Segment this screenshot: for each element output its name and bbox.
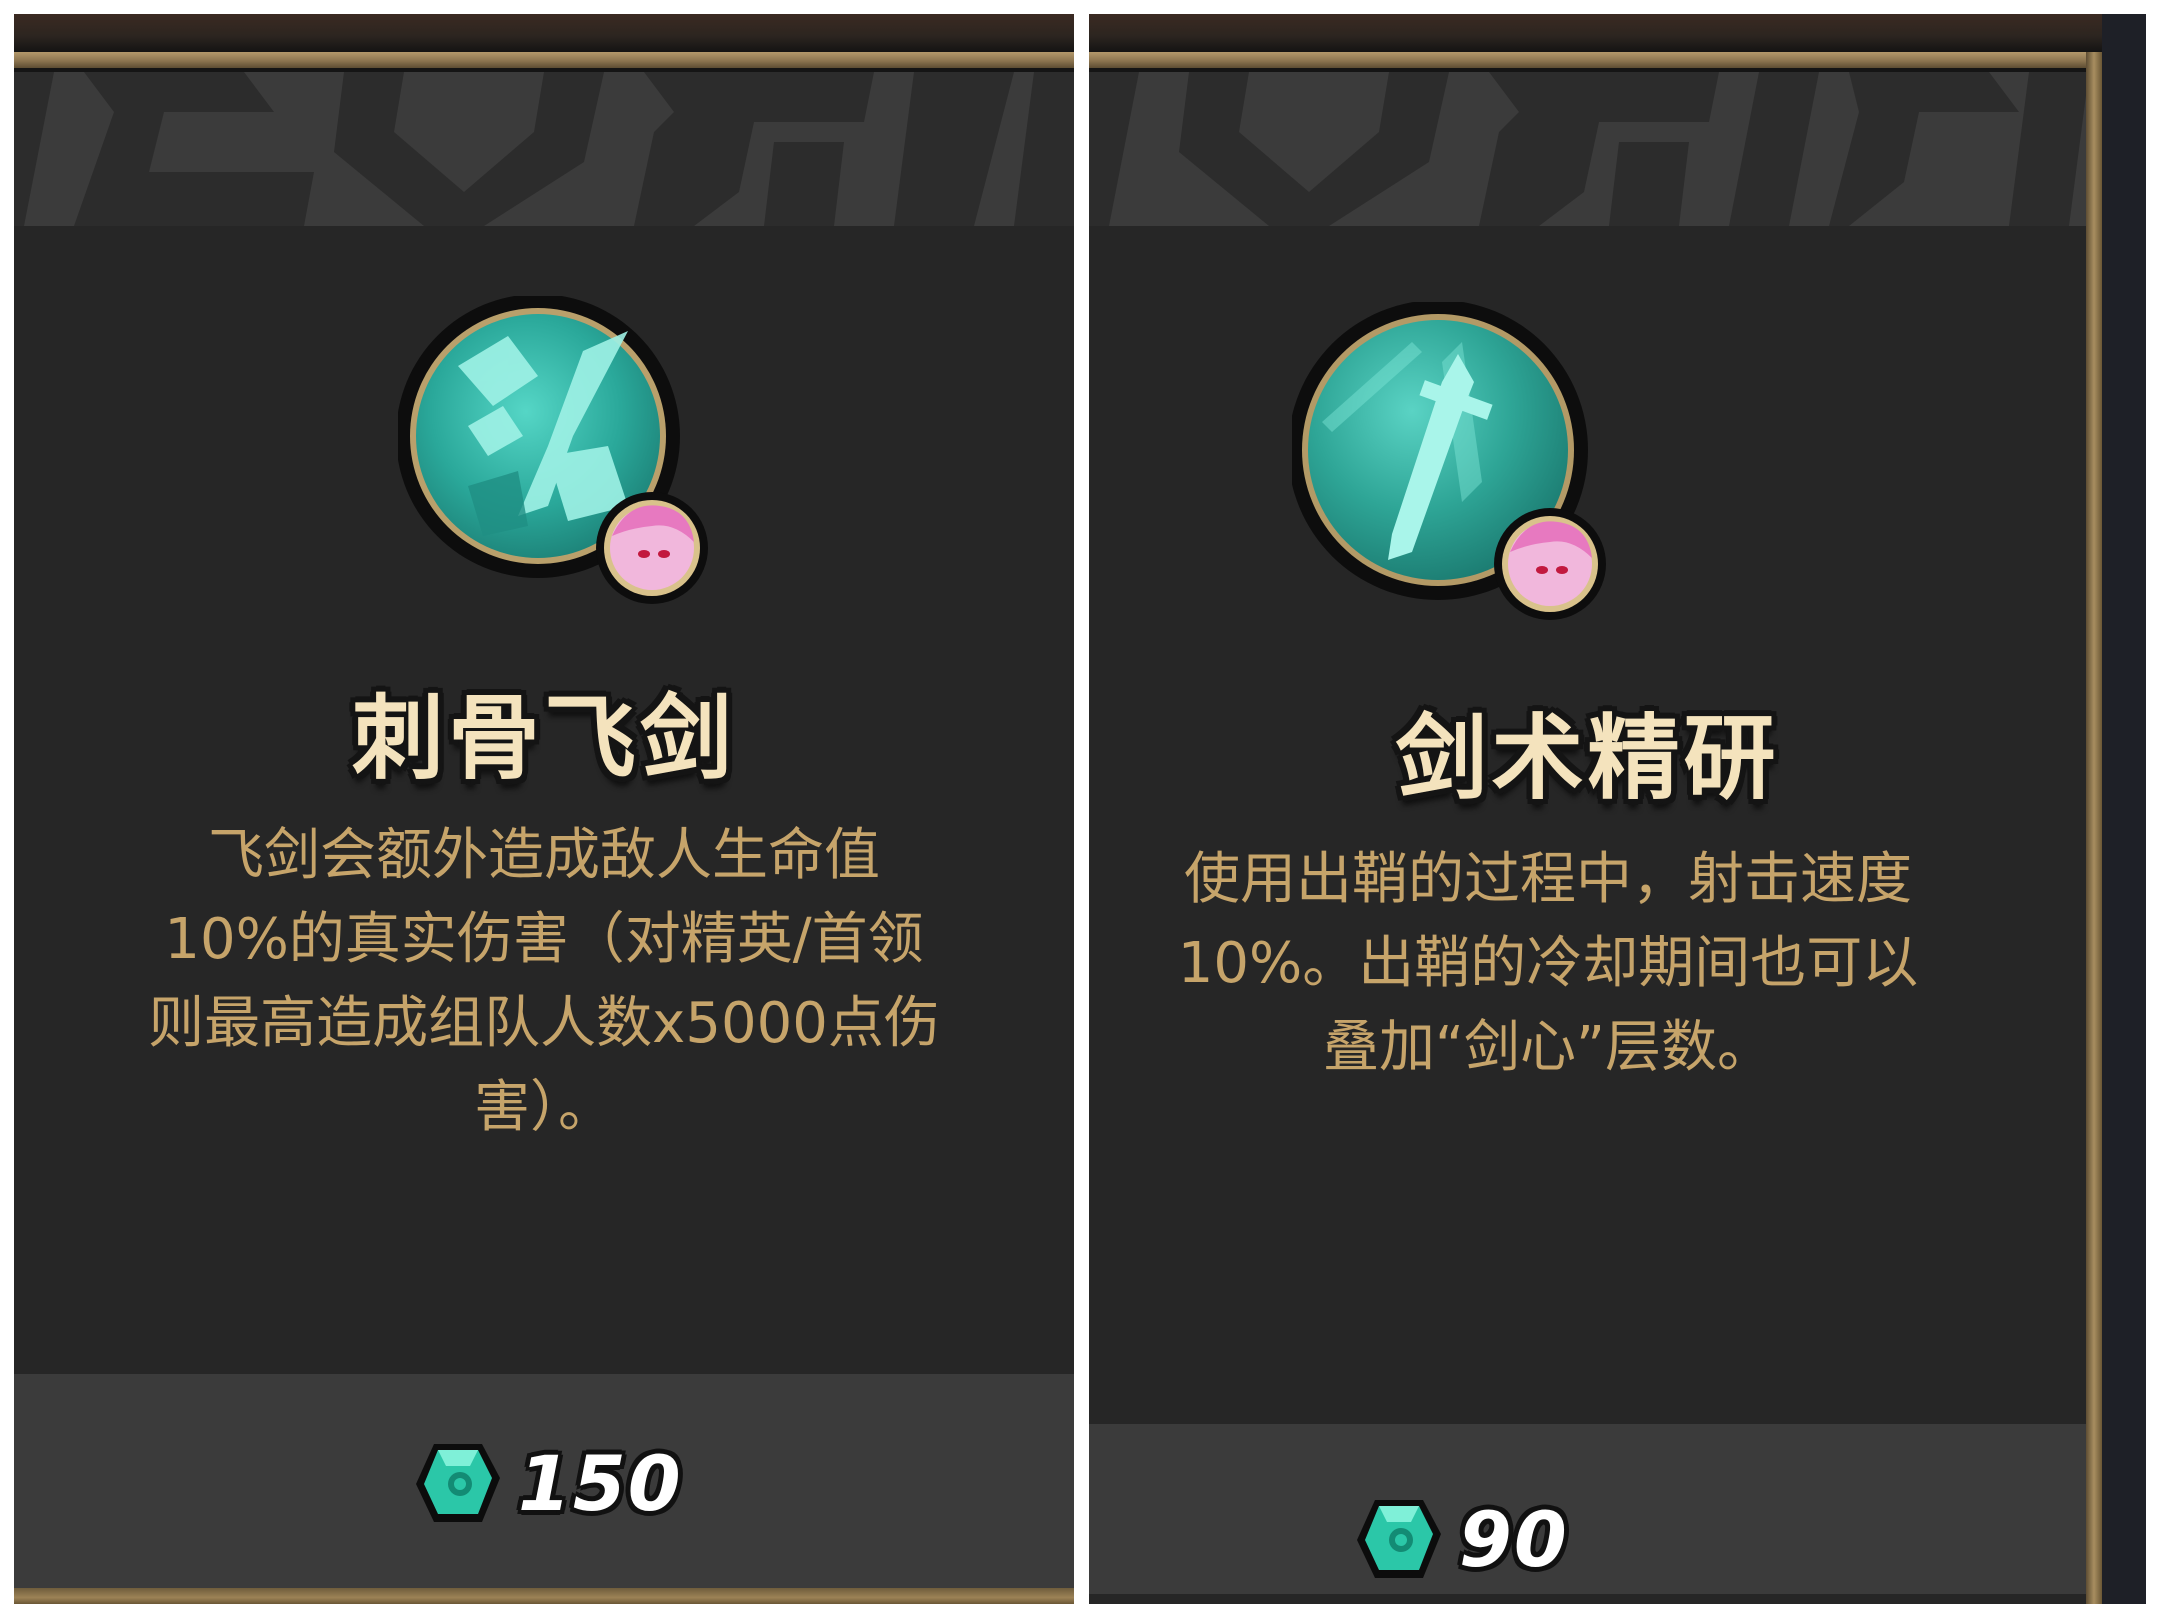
description-line: 10%的真实伤害（对精英/首领 bbox=[164, 907, 924, 972]
description-line: 叠加“剑心”层数。 bbox=[1322, 1015, 1774, 1080]
gold-frame-bottom bbox=[14, 1588, 1074, 1604]
skill-card-left[interactable]: 刺骨飞剑 飞剑会额外造成敌人生命值 10%的真实伤害（对精英/首领 则最高造成组… bbox=[14, 14, 1074, 1604]
cost-display: 150 bbox=[412, 1438, 683, 1528]
teal-gem-icon bbox=[416, 1444, 500, 1522]
skill-description: 使用出鞘的过程中，射击速度 10%。出鞘的冷却期间也可以 叠加“剑心”层数。 bbox=[1089, 838, 2073, 1090]
skill-title: 剑术精研 bbox=[1395, 705, 1780, 812]
description-line: 10%。出鞘的冷却期间也可以 bbox=[1177, 931, 1919, 996]
cost-value: 90 bbox=[1459, 1494, 1569, 1584]
skill-card-right[interactable]: 剑术精研 使用出鞘的过程中，射击速度 10%。出鞘的冷却期间也可以 叠加“剑心”… bbox=[1089, 14, 2146, 1604]
description-line: 则最高造成组队人数x5000点伤 bbox=[148, 991, 940, 1056]
fret-pattern-band bbox=[1089, 72, 2086, 226]
collage-divider bbox=[1074, 0, 1089, 1619]
card-footer bbox=[1089, 1424, 2086, 1594]
teal-gem-icon bbox=[1357, 1500, 1441, 1578]
skill-icon-container bbox=[1288, 300, 1606, 620]
skill-title: 刺骨飞剑 bbox=[351, 685, 736, 792]
gold-frame-top bbox=[1089, 52, 2112, 72]
description-line: 害）。 bbox=[474, 1075, 614, 1140]
skill-description: 飞剑会额外造成敌人生命值 10%的真实伤害（对精英/首领 则最高造成组队人数x5… bbox=[14, 814, 1074, 1150]
cost-value: 150 bbox=[518, 1438, 683, 1528]
fret-pattern-band bbox=[14, 72, 1074, 226]
gold-frame-top bbox=[14, 52, 1074, 72]
card-top-edge bbox=[14, 14, 1074, 54]
skill-icon-container bbox=[396, 294, 708, 604]
description-line: 使用出鞘的过程中，射击速度 bbox=[1184, 847, 1912, 912]
screenshot-collage: 刺骨飞剑 飞剑会额外造成敌人生命值 10%的真实伤害（对精英/首领 则最高造成组… bbox=[0, 0, 2160, 1619]
description-line: 飞剑会额外造成敌人生命值 bbox=[208, 823, 880, 888]
gold-frame-right bbox=[2086, 52, 2102, 1604]
card-top-edge bbox=[1089, 14, 2106, 54]
cost-display: 90 bbox=[1353, 1494, 1569, 1584]
